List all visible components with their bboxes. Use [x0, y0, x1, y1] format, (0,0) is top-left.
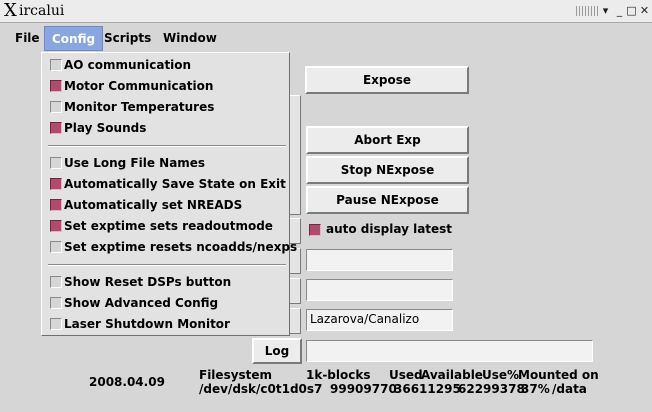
fs-row-used: 36611295	[394, 382, 461, 396]
window-title: ircalui	[19, 3, 65, 19]
menu-item-label: Show Reset DSPs button	[64, 275, 232, 289]
menu-separator	[48, 145, 286, 147]
fs-row-device: /dev/dsk/c0t1d0s7	[199, 382, 323, 396]
fs-header-available: Available	[421, 368, 483, 382]
fs-row-available: 62299378	[458, 382, 525, 396]
checkbox	[50, 178, 62, 190]
menu-item-motor-communication[interactable]: Motor Communication	[48, 77, 288, 95]
fs-header-blocks: 1k-blocks	[306, 368, 371, 382]
checkbox	[50, 276, 62, 288]
menu-item-show-advanced-config[interactable]: Show Advanced Config	[48, 294, 288, 312]
fs-header-used: Used	[389, 368, 423, 382]
menu-separator	[48, 264, 286, 266]
text-field-2[interactable]	[306, 279, 453, 301]
fs-header-mounted-on: Mounted on	[518, 368, 599, 382]
menu-item-exptime-sets-readoutmode[interactable]: Set exptime sets readoutmode	[48, 217, 288, 235]
menu-item-ao-communication[interactable]: AO communication	[48, 56, 288, 74]
menu-scripts[interactable]: Scripts	[97, 26, 158, 51]
checkbox	[50, 297, 62, 309]
checkbox	[50, 318, 62, 330]
fs-header-use-percent: Use%	[482, 368, 520, 382]
fs-row-use-percent: 37%	[521, 382, 550, 396]
menu-bar: File Config Scripts Window	[0, 24, 652, 52]
fs-header-filesystem: Filesystem	[199, 368, 273, 382]
expose-button[interactable]: Expose	[305, 66, 469, 94]
menu-item-play-sounds[interactable]: Play Sounds	[48, 119, 288, 137]
checkbox	[50, 220, 62, 232]
checkbox	[50, 241, 62, 253]
auto-display-latest-checkbox[interactable]	[309, 224, 321, 236]
menu-config[interactable]: Config	[44, 26, 104, 51]
auto-display-latest-label: auto display latest	[326, 222, 453, 236]
menu-item-label: Play Sounds	[64, 121, 147, 135]
fs-row-blocks: 99909770	[330, 382, 397, 396]
menu-item-label: Laser Shutdown Monitor	[64, 317, 230, 331]
close-icon[interactable]: ✕	[637, 3, 652, 19]
log-button[interactable]: Log	[252, 338, 302, 364]
menu-item-label: Set exptime sets readoutmode	[64, 219, 273, 233]
menu-item-label: Automatically set NREADS	[64, 198, 243, 212]
hidden-button-edge-3[interactable]	[289, 278, 301, 304]
date-text: 2008.04.09	[89, 375, 165, 389]
menu-item-label: Use Long File Names	[64, 156, 206, 170]
observer-field[interactable]: Lazarova/Canalizo	[306, 309, 453, 331]
checkbox	[50, 199, 62, 211]
checkbox	[50, 59, 62, 71]
stop-nexpose-button[interactable]: Stop NExpose	[306, 156, 469, 184]
menu-item-exptime-resets-ncoadds[interactable]: Set exptime resets ncoadds/nexps	[48, 238, 297, 256]
log-field[interactable]	[306, 340, 593, 362]
menu-item-label: Automatically Save State on Exit	[64, 177, 286, 191]
menu-item-monitor-temperatures[interactable]: Monitor Temperatures	[48, 98, 288, 116]
menu-item-auto-save-state[interactable]: Automatically Save State on Exit	[48, 175, 288, 193]
hidden-panel-edge	[289, 95, 301, 215]
fs-row-mount: /data	[552, 382, 587, 396]
config-dropdown-menu: AO communication Motor Communication Mon…	[41, 52, 297, 336]
checkbox	[50, 101, 62, 113]
checkbox	[50, 157, 62, 169]
menu-file[interactable]: File	[8, 26, 47, 51]
abort-exp-button[interactable]: Abort Exp	[306, 126, 469, 154]
menu-window[interactable]: Window	[156, 26, 224, 51]
menu-item-label: Motor Communication	[64, 79, 214, 93]
x-logo-icon: X	[4, 0, 17, 21]
pause-nexpose-button[interactable]: Pause NExpose	[306, 186, 469, 214]
menu-item-label: Set exptime resets ncoadds/nexps	[64, 240, 298, 254]
menu-item-label: Monitor Temperatures	[64, 100, 215, 114]
menu-item-auto-set-nreads[interactable]: Automatically set NREADS	[48, 196, 288, 214]
menu-item-label: Show Advanced Config	[64, 296, 219, 310]
menu-item-laser-shutdown-monitor[interactable]: Laser Shutdown Monitor	[48, 315, 288, 333]
title-bar[interactable]: X ircalui ▾ _ □ ✕	[0, 0, 652, 23]
menu-item-show-reset-dsps[interactable]: Show Reset DSPs button	[48, 273, 288, 291]
menu-item-use-long-file-names[interactable]: Use Long File Names	[48, 154, 288, 172]
checkbox	[50, 122, 62, 134]
window-menu-icon[interactable]: ▾	[598, 3, 613, 19]
hidden-button-edge-4[interactable]	[289, 308, 301, 334]
menu-item-label: AO communication	[64, 58, 192, 72]
title-bar-grip	[576, 6, 598, 16]
text-field-1[interactable]	[306, 249, 453, 271]
checkbox	[50, 80, 62, 92]
